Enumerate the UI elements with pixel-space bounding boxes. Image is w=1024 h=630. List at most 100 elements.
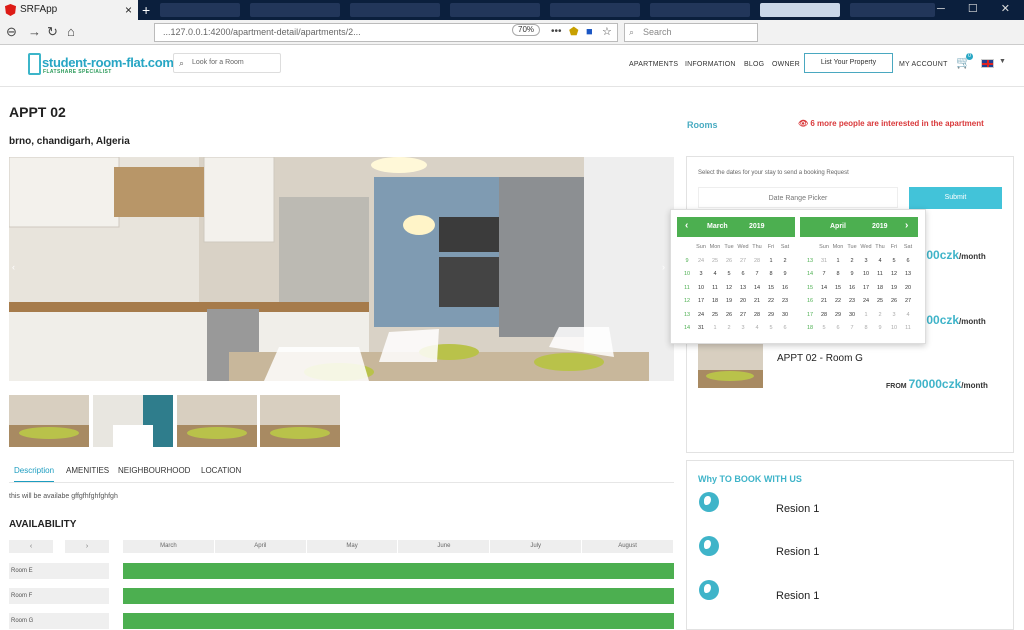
uk-flag-icon[interactable]: [981, 59, 994, 68]
availability-prev-button[interactable]: ‹: [9, 540, 53, 553]
calendar-day[interactable]: 2: [722, 322, 736, 336]
browser-tab[interactable]: [850, 3, 935, 17]
calendar-day[interactable]: 7: [817, 268, 831, 282]
calendar-day[interactable]: 23: [778, 295, 792, 309]
calendar-next-icon[interactable]: ›: [905, 220, 908, 231]
calendar-day[interactable]: 21: [750, 295, 764, 309]
calendar-day[interactable]: 31: [817, 255, 831, 269]
calendar-day[interactable]: 11: [873, 268, 887, 282]
calendar-day[interactable]: 5: [887, 255, 901, 269]
submit-button[interactable]: Submit: [909, 187, 1002, 209]
calendar-day[interactable]: 25: [708, 309, 722, 323]
window-controls[interactable]: ─ ☐ ✕: [937, 2, 1020, 15]
calendar-day[interactable]: 5: [722, 268, 736, 282]
calendar-day[interactable]: 24: [694, 255, 708, 269]
calendar-day[interactable]: 11: [708, 282, 722, 296]
calendar-day[interactable]: 6: [778, 322, 792, 336]
calendar-day[interactable]: 4: [873, 255, 887, 269]
calendar-day[interactable]: 27: [736, 309, 750, 323]
logo[interactable]: student-room-flat.com: [42, 55, 174, 70]
calendar-day[interactable]: 17: [859, 282, 873, 296]
calendar-day[interactable]: 20: [736, 295, 750, 309]
calendar-day[interactable]: 28: [750, 309, 764, 323]
calendar-day[interactable]: 15: [831, 282, 845, 296]
windows-icon[interactable]: ■: [586, 24, 593, 40]
availability-next-button[interactable]: ›: [65, 540, 109, 553]
calendar-day[interactable]: 3: [736, 322, 750, 336]
browser-tab[interactable]: [250, 3, 340, 17]
tab-description[interactable]: Description: [14, 466, 55, 483]
calendar-day[interactable]: 29: [764, 309, 778, 323]
calendar-day[interactable]: 9: [778, 268, 792, 282]
carousel-prev-icon[interactable]: ‹: [12, 262, 15, 272]
date-range-input[interactable]: Date Range Picker: [698, 187, 898, 208]
calendar-day[interactable]: 29: [831, 309, 845, 323]
calendar-day[interactable]: 12: [722, 282, 736, 296]
address-bar[interactable]: ...127.0.0.1:4200/apartment-detail/apart…: [154, 23, 618, 42]
calendar-day[interactable]: 1: [831, 255, 845, 269]
calendar-day[interactable]: 7: [750, 268, 764, 282]
calendar-day[interactable]: 1: [764, 255, 778, 269]
calendar-day[interactable]: 10: [887, 322, 901, 336]
calendar-day[interactable]: 26: [722, 255, 736, 269]
calendar-day[interactable]: 10: [859, 268, 873, 282]
bookmark-star-icon[interactable]: ☆: [602, 24, 612, 40]
calendar-day[interactable]: 13: [901, 268, 915, 282]
calendar-day[interactable]: 6: [736, 268, 750, 282]
calendar-day[interactable]: 12: [887, 268, 901, 282]
calendar-day[interactable]: 19: [722, 295, 736, 309]
calendar-day[interactable]: 2: [873, 309, 887, 323]
calendar-day[interactable]: 1: [708, 322, 722, 336]
nav-apartments[interactable]: APARTMENTS: [629, 61, 678, 68]
browser-tab[interactable]: [760, 3, 840, 17]
calendar-day[interactable]: 28: [817, 309, 831, 323]
browser-tab[interactable]: [550, 3, 640, 17]
calendar-day[interactable]: 18: [708, 295, 722, 309]
calendar-day[interactable]: 11: [901, 322, 915, 336]
calendar-day[interactable]: 17: [694, 295, 708, 309]
calendar-day[interactable]: 30: [778, 309, 792, 323]
reload-icon[interactable]: ↻: [47, 24, 58, 40]
calendar-day[interactable]: 8: [764, 268, 778, 282]
calendar-day[interactable]: 3: [887, 309, 901, 323]
calendar-day[interactable]: 3: [859, 255, 873, 269]
calendar-day[interactable]: 7: [845, 322, 859, 336]
browser-tab[interactable]: [450, 3, 540, 17]
browser-search-field[interactable]: ⌕ Search: [624, 23, 758, 42]
calendar-day[interactable]: 21: [817, 295, 831, 309]
calendar-day[interactable]: 15: [764, 282, 778, 296]
calendar-day[interactable]: 8: [859, 322, 873, 336]
calendar-day[interactable]: 19: [887, 282, 901, 296]
calendar-prev-icon[interactable]: ‹: [685, 220, 688, 231]
browser-tab-srfapp[interactable]: SRFApp ×: [0, 0, 138, 20]
calendar-day[interactable]: 4: [750, 322, 764, 336]
forward-icon[interactable]: →: [28, 24, 41, 40]
calendar-day[interactable]: 31: [694, 322, 708, 336]
new-tab-button[interactable]: +: [142, 0, 150, 20]
calendar-day[interactable]: 25: [708, 255, 722, 269]
calendar-day[interactable]: 26: [722, 309, 736, 323]
thumbnail[interactable]: [177, 395, 257, 447]
logo-icon[interactable]: [28, 53, 41, 75]
calendar-day[interactable]: 8: [831, 268, 845, 282]
calendar-day[interactable]: 10: [694, 282, 708, 296]
calendar-day[interactable]: 14: [750, 282, 764, 296]
calendar-day[interactable]: 27: [736, 255, 750, 269]
calendar-day[interactable]: 25: [873, 295, 887, 309]
calendar-day[interactable]: 20: [901, 282, 915, 296]
room-g-thumbnail[interactable]: [698, 344, 763, 388]
chevron-down-icon[interactable]: ▼: [999, 58, 1006, 65]
browser-tab[interactable]: [350, 3, 440, 17]
calendar-day[interactable]: 18: [873, 282, 887, 296]
list-property-button[interactable]: List Your Property: [804, 53, 893, 73]
calendar-day[interactable]: 5: [817, 322, 831, 336]
zoom-level[interactable]: 70%: [512, 24, 541, 36]
back-icon[interactable]: ⊖: [6, 24, 17, 40]
extension-icon[interactable]: ⬟: [569, 24, 579, 40]
calendar-day[interactable]: 28: [750, 255, 764, 269]
calendar-day[interactable]: 16: [778, 282, 792, 296]
thumbnail[interactable]: [9, 395, 89, 447]
tab-amenities[interactable]: AMENITIES: [66, 466, 109, 475]
calendar-day[interactable]: 24: [694, 309, 708, 323]
tab-location[interactable]: LOCATION: [201, 466, 241, 475]
